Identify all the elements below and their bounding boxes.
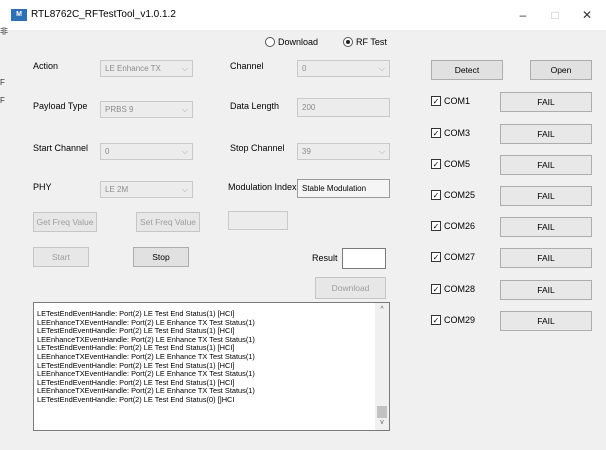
rf-test-mode-label[interactable]: RF Test bbox=[356, 37, 387, 47]
phy-select[interactable]: LE 2M ⌵ bbox=[100, 181, 193, 198]
freq-value-field[interactable] bbox=[228, 211, 288, 230]
open-button[interactable]: Open bbox=[530, 60, 592, 80]
com-port-checkbox[interactable]: ✓ bbox=[431, 252, 441, 262]
chevron-down-icon: ⌵ bbox=[378, 147, 385, 156]
data-length-label: Data Length bbox=[230, 101, 280, 111]
start-channel-select[interactable]: 0 ⌵ bbox=[100, 143, 193, 160]
com-port-label[interactable]: COM25 bbox=[444, 190, 475, 200]
modulation-index-field[interactable]: Stable Modulation bbox=[297, 179, 390, 198]
stop-channel-label: Stop Channel bbox=[230, 143, 285, 153]
scroll-thumb[interactable] bbox=[377, 406, 387, 418]
log-lines: LETestEndEventHandle: Port(2) LE Test En… bbox=[37, 309, 255, 405]
get-freq-value-button[interactable]: Get Freq Value bbox=[33, 212, 97, 232]
com-port-status: FAIL bbox=[500, 248, 592, 268]
window-title: RTL8762C_RFTestTool_v1.0.1.2 bbox=[31, 9, 176, 20]
set-freq-value-button[interactable]: Set Freq Value bbox=[136, 212, 200, 232]
detect-button[interactable]: Detect bbox=[431, 60, 503, 80]
start-channel-value: 0 bbox=[105, 147, 110, 156]
com-port-label[interactable]: COM27 bbox=[444, 252, 475, 262]
com-port-checkbox[interactable]: ✓ bbox=[431, 96, 441, 106]
background-edge-mark: 非 bbox=[0, 27, 8, 36]
start-channel-label: Start Channel bbox=[33, 143, 89, 153]
com-port-status: FAIL bbox=[500, 280, 592, 300]
phy-label: PHY bbox=[33, 182, 52, 192]
com-port-label[interactable]: COM29 bbox=[444, 315, 475, 325]
download-button[interactable]: Download bbox=[315, 277, 386, 299]
com-port-checkbox[interactable]: ✓ bbox=[431, 190, 441, 200]
com-port-label[interactable]: COM28 bbox=[444, 284, 475, 294]
com-port-status: FAIL bbox=[500, 217, 592, 237]
payload-type-value: PRBS 9 bbox=[105, 105, 134, 114]
com-port-status: FAIL bbox=[500, 155, 592, 175]
chevron-down-icon: ⌵ bbox=[181, 105, 188, 114]
channel-select[interactable]: 0 ⌵ bbox=[297, 60, 390, 77]
com-port-label[interactable]: COM5 bbox=[444, 159, 470, 169]
title-bar[interactable]: M RTL8762C_RFTestTool_v1.0.1.2 – □ ✕ bbox=[0, 0, 606, 30]
channel-select-value: 0 bbox=[302, 64, 307, 73]
com-port-label[interactable]: COM3 bbox=[444, 128, 470, 138]
stop-channel-value: 39 bbox=[302, 147, 311, 156]
rf-test-mode-radio[interactable] bbox=[343, 37, 353, 47]
app-icon: M bbox=[11, 9, 27, 21]
data-length-field[interactable]: 200 bbox=[297, 98, 390, 117]
payload-type-label: Payload Type bbox=[33, 101, 88, 111]
action-label: Action bbox=[33, 61, 59, 71]
log-line: LETestEndEventHandle: Port(2) LE Test En… bbox=[37, 394, 235, 404]
download-mode-radio[interactable] bbox=[265, 37, 275, 47]
modulation-index-label: Modulation Index bbox=[228, 182, 297, 192]
com-port-status: FAIL bbox=[500, 186, 592, 206]
action-select[interactable]: LE Enhance TX ⌵ bbox=[100, 60, 193, 77]
log-scrollbar[interactable]: ^ v bbox=[375, 303, 389, 430]
com-port-label[interactable]: COM26 bbox=[444, 221, 475, 231]
log-panel[interactable]: LETestEndEventHandle: Port(2) LE Test En… bbox=[33, 302, 390, 431]
com-port-status: FAIL bbox=[500, 124, 592, 144]
channel-label: Channel bbox=[230, 61, 264, 71]
com-port-checkbox[interactable]: ✓ bbox=[431, 159, 441, 169]
chevron-down-icon: ⌵ bbox=[181, 147, 188, 156]
com-port-checkbox[interactable]: ✓ bbox=[431, 315, 441, 325]
maximize-button[interactable]: □ bbox=[542, 4, 568, 26]
chevron-down-icon: ⌵ bbox=[378, 64, 385, 73]
background-edge-mark: F bbox=[0, 96, 5, 105]
chevron-down-icon: ⌵ bbox=[181, 64, 188, 73]
com-port-status: FAIL bbox=[500, 311, 592, 331]
phy-select-value: LE 2M bbox=[105, 185, 129, 194]
com-port-status: FAIL bbox=[500, 92, 592, 112]
scroll-down-icon[interactable]: v bbox=[375, 419, 389, 426]
start-button[interactable]: Start bbox=[33, 247, 89, 267]
action-select-value: LE Enhance TX bbox=[105, 64, 161, 73]
download-mode-label[interactable]: Download bbox=[278, 37, 318, 47]
result-field[interactable] bbox=[342, 248, 386, 269]
com-port-checkbox[interactable]: ✓ bbox=[431, 128, 441, 138]
background-edge-mark: F bbox=[0, 78, 5, 87]
minimize-button[interactable]: – bbox=[510, 4, 536, 26]
close-button[interactable]: ✕ bbox=[574, 4, 600, 26]
result-label: Result bbox=[312, 253, 338, 263]
chevron-down-icon: ⌵ bbox=[181, 185, 188, 194]
stop-button[interactable]: Stop bbox=[133, 247, 189, 267]
payload-type-select[interactable]: PRBS 9 ⌵ bbox=[100, 101, 193, 118]
scroll-up-icon[interactable]: ^ bbox=[375, 306, 389, 313]
com-port-checkbox[interactable]: ✓ bbox=[431, 284, 441, 294]
com-port-checkbox[interactable]: ✓ bbox=[431, 221, 441, 231]
com-port-label[interactable]: COM1 bbox=[444, 96, 470, 106]
stop-channel-select[interactable]: 39 ⌵ bbox=[297, 143, 390, 160]
